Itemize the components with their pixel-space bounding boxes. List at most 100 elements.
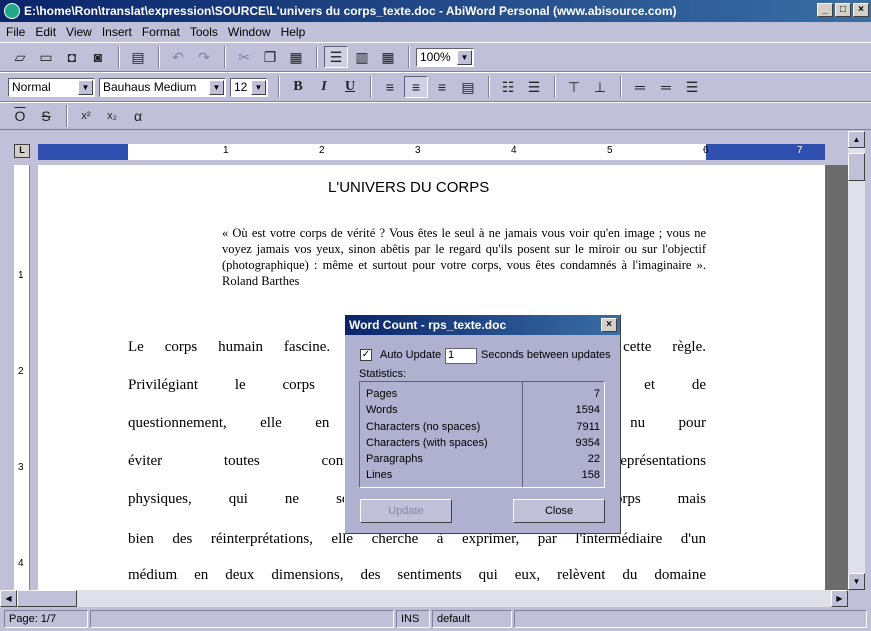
new-document-icon[interactable]: ▱ [8,46,32,68]
horizontal-scrollbar[interactable]: ◀ ▶ [0,590,848,607]
stat-label: Lines [366,469,393,481]
status-bar: Page: 1/7 INS default [0,607,871,631]
document-title: L'UNIVERS DU CORPS [328,179,490,196]
abiword-app-icon[interactable] [4,3,20,19]
overline-icon[interactable]: O [8,105,32,127]
scroll-thumb[interactable] [848,153,865,181]
word-count-dialog: Word Count - rps_texte.doc × ✓ Auto Upda… [344,314,621,534]
align-left-icon[interactable]: ≡ [378,76,402,98]
scroll-thumb[interactable] [17,590,77,607]
paste-icon[interactable]: ▦ [284,46,308,68]
line-spacing-double-icon[interactable]: ☰ [680,76,704,98]
page-indicator: Page: 1/7 [4,610,88,628]
stat-value: 7 [593,388,600,400]
font-size-select[interactable]: 12 ▼ [230,77,268,97]
chevron-down-icon[interactable]: ▼ [78,79,93,95]
menu-window[interactable]: Window [228,25,271,39]
close-window-button[interactable]: × [853,3,869,17]
stat-row: Pages 7 [366,388,600,400]
chevron-down-icon[interactable]: ▼ [251,79,266,95]
space-after-icon[interactable]: ⊥ [588,76,612,98]
interval-value: 1 [448,349,455,361]
three-columns-icon[interactable]: ▦ [376,46,400,68]
scroll-right-icon[interactable]: ▶ [831,590,848,607]
redo-icon[interactable]: ↷ [192,46,216,68]
two-columns-icon[interactable]: ▥ [350,46,374,68]
dialog-title: Word Count - rps_texte.doc [349,318,507,332]
menu-insert[interactable]: Insert [102,25,132,39]
align-single-column-icon[interactable]: ☰ [324,46,348,68]
symbol-icon[interactable]: α [126,105,150,127]
vertical-scrollbar[interactable]: ▲ ▼ [848,131,865,590]
minimize-button[interactable]: _ [817,3,833,17]
ruler-number: 5 [607,145,613,156]
font-value: Bauhaus Medium [103,80,197,94]
bold-icon[interactable]: B [286,76,310,98]
italic-icon[interactable]: I [312,76,336,98]
ruler-number: 3 [415,145,421,156]
save-as-icon[interactable]: ◙ [86,46,110,68]
align-justify-icon[interactable]: ▤ [456,76,480,98]
cut-scissors-icon[interactable]: ✂ [232,46,256,68]
line-spacing-onehalf-icon[interactable]: ═ [654,76,678,98]
auto-update-checkbox[interactable]: ✓ [360,349,372,361]
menu-tools[interactable]: Tools [190,25,218,39]
space-before-icon[interactable]: ⊤ [562,76,586,98]
document-quote: « Où est votre corps de vérité ? Vous êt… [222,226,706,288]
align-center-icon[interactable]: ≡ [404,76,428,98]
menu-edit[interactable]: Edit [35,25,56,39]
chevron-down-icon[interactable]: ▼ [457,49,472,65]
zoom-select[interactable]: 100% ▼ [416,47,474,67]
stat-value: 158 [581,469,600,481]
align-right-icon[interactable]: ≡ [430,76,454,98]
stat-row: Characters (no spaces) 7911 [366,421,600,433]
update-button[interactable]: Update [360,499,452,523]
subscript-icon[interactable]: x₂ [100,105,124,127]
scroll-left-icon[interactable]: ◀ [0,590,17,607]
status-message [90,610,394,628]
vertical-ruler[interactable]: 1 2 3 4 [14,165,30,590]
stat-row: Lines 158 [366,469,600,481]
numbered-list-icon[interactable]: ☷ [496,76,520,98]
font-select[interactable]: Bauhaus Medium ▼ [99,77,226,97]
dialog-close-icon[interactable]: × [601,318,617,332]
open-folder-icon[interactable]: ▭ [34,46,58,68]
menu-format[interactable]: Format [142,25,180,39]
close-button[interactable]: Close [513,499,605,523]
line-spacing-single-icon[interactable]: ═ [628,76,652,98]
ruler-number: 4 [18,558,24,569]
copy-icon[interactable]: ❐ [258,46,282,68]
maximize-button[interactable]: □ [835,3,851,17]
menu-help[interactable]: Help [281,25,306,39]
dialog-titlebar: Word Count - rps_texte.doc × [345,315,620,335]
window-title: E:\home\Ron\translat\expression\SOURCE\L… [24,4,677,18]
stat-row: Characters (with spaces) 9354 [366,437,600,449]
stat-value: 9354 [575,437,600,449]
print-icon[interactable]: ▤ [126,46,150,68]
underline-icon[interactable]: U [338,76,362,98]
standard-toolbar: ▱ ▭ ◘ ◙ ▤ ↶ ↷ ✂ ❐ ▦ ☰ ▥ ▦ 100% ▼ [0,42,871,72]
scroll-up-icon[interactable]: ▲ [848,131,865,148]
ruler-number: 4 [511,145,517,156]
strikethrough-icon[interactable]: S [34,105,58,127]
tab-type-icon[interactable]: L [14,144,30,158]
stat-label: Characters (with spaces) [366,437,488,449]
ruler-number: 3 [18,462,24,473]
scroll-down-icon[interactable]: ▼ [848,573,865,590]
interval-stepper[interactable]: 1 [445,348,477,364]
style-value: Normal [12,80,51,94]
menu-file[interactable]: File [6,25,25,39]
menu-view[interactable]: View [66,25,92,39]
stat-label: Paragraphs [366,453,423,465]
stat-value: 22 [587,453,600,465]
horizontal-ruler[interactable]: 1 2 3 4 5 6 7 [38,144,825,160]
insert-mode: INS [396,610,430,628]
chevron-down-icon[interactable]: ▼ [209,79,224,95]
font-size-value: 12 [234,80,248,94]
undo-icon[interactable]: ↶ [166,46,190,68]
style-select[interactable]: Normal ▼ [8,77,95,97]
save-disk-icon[interactable]: ◘ [60,46,84,68]
bulleted-list-icon[interactable]: ☰ [522,76,546,98]
ruler-number: 2 [319,145,325,156]
superscript-icon[interactable]: x² [74,105,98,127]
